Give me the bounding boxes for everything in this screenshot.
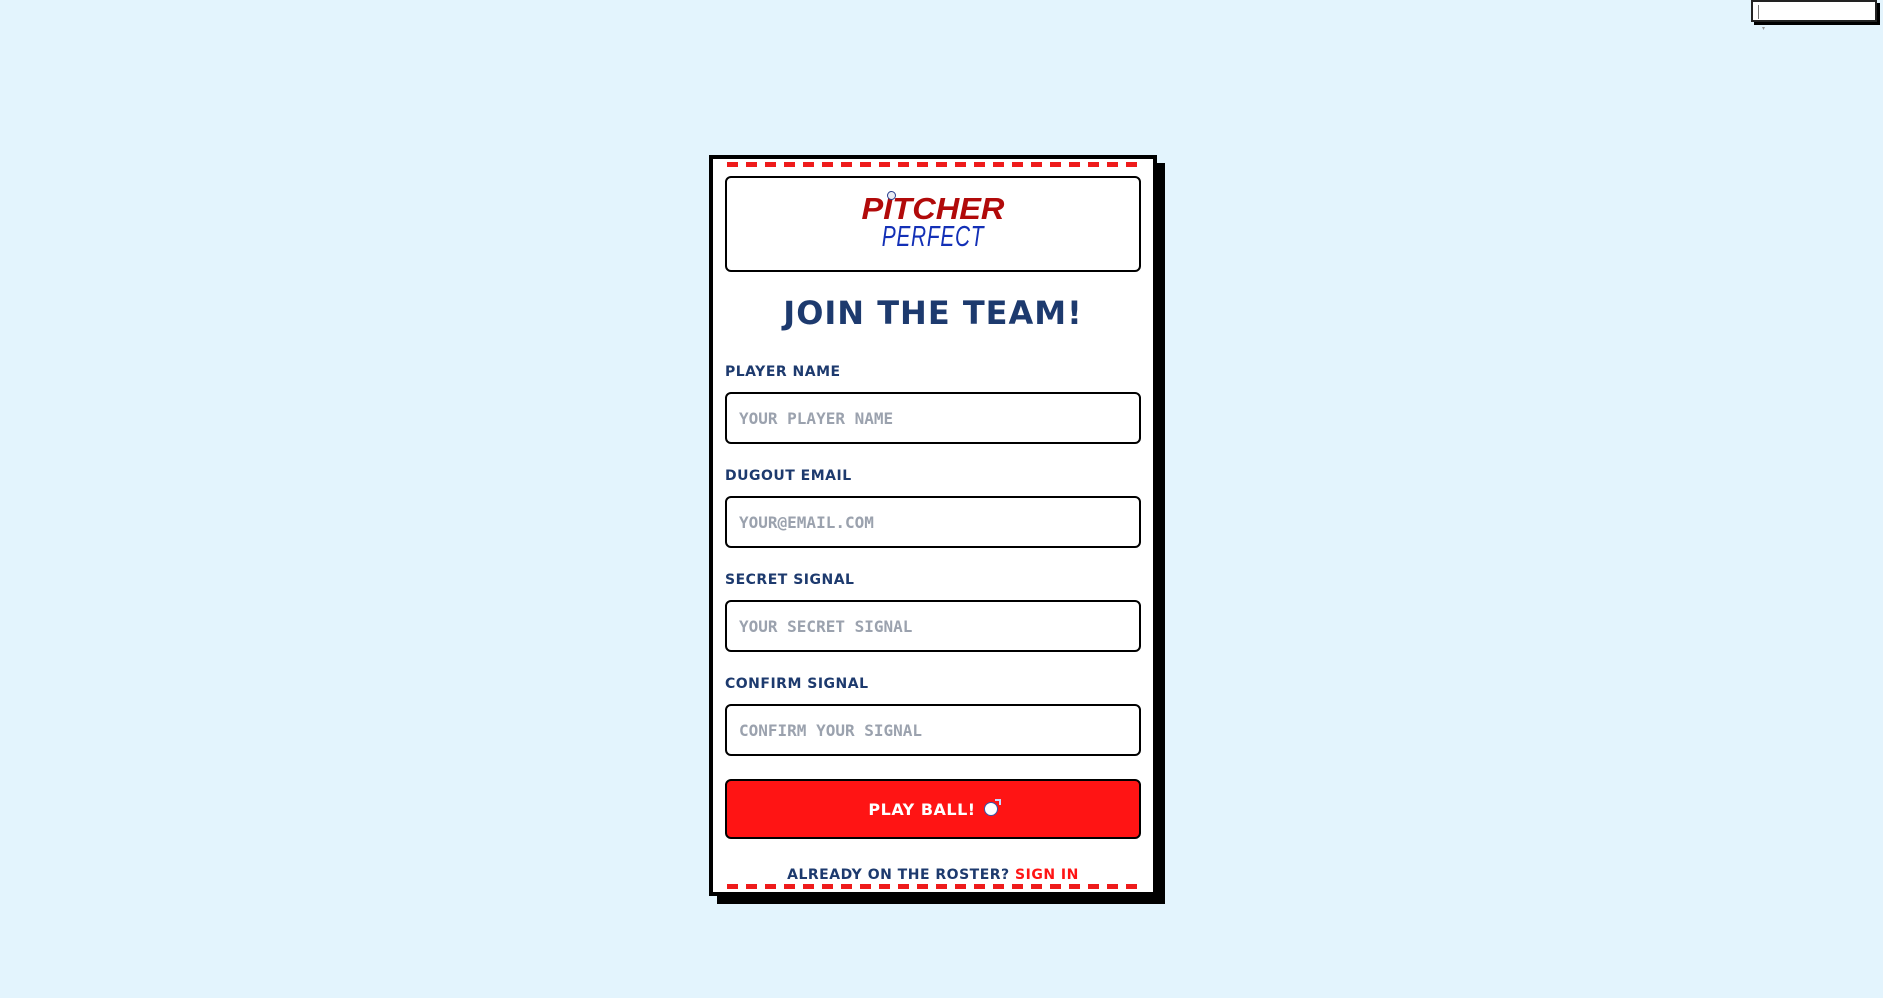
resize-handle-icon: ▾ — [1762, 25, 1766, 32]
top-stitch-stripe — [727, 162, 1139, 167]
bottom-stitch-stripe — [727, 884, 1139, 889]
email-label: DUGOUT EMAIL — [725, 468, 852, 484]
corner-input[interactable]: ▾ — [1751, 0, 1877, 32]
play-ball-button[interactable]: PLAY BALL! — [725, 779, 1141, 839]
text-caret — [1758, 5, 1759, 19]
page-title: JOIN THE TEAM! — [783, 294, 1083, 332]
player-name-label: PLAYER NAME — [725, 364, 841, 380]
secret-signal-label: SECRET SIGNAL — [725, 572, 855, 588]
secret-signal-input[interactable] — [725, 600, 1141, 652]
logo-text-perfect: PERFECT — [881, 221, 985, 253]
play-ball-label: PLAY BALL! — [868, 799, 976, 819]
baseball-icon — [983, 799, 1001, 816]
logo-box: PITCHER PERFECT — [725, 176, 1141, 272]
confirm-signal-input[interactable] — [725, 704, 1141, 756]
baseball-logo-icon — [887, 191, 896, 200]
sign-in-link[interactable]: SIGN IN — [1015, 867, 1079, 883]
player-name-input[interactable] — [725, 392, 1141, 444]
confirm-signal-label: CONFIRM SIGNAL — [725, 676, 869, 692]
sign-in-prompt: ALREADY ON THE ROSTER? SIGN IN — [713, 867, 1153, 883]
roster-prompt-text: ALREADY ON THE ROSTER? — [787, 867, 1010, 883]
email-input[interactable] — [725, 496, 1141, 548]
logo-text-pitcher: PITCHER — [861, 191, 1005, 226]
signup-card: PITCHER PERFECT JOIN THE TEAM! PLAYER NA… — [709, 155, 1157, 896]
